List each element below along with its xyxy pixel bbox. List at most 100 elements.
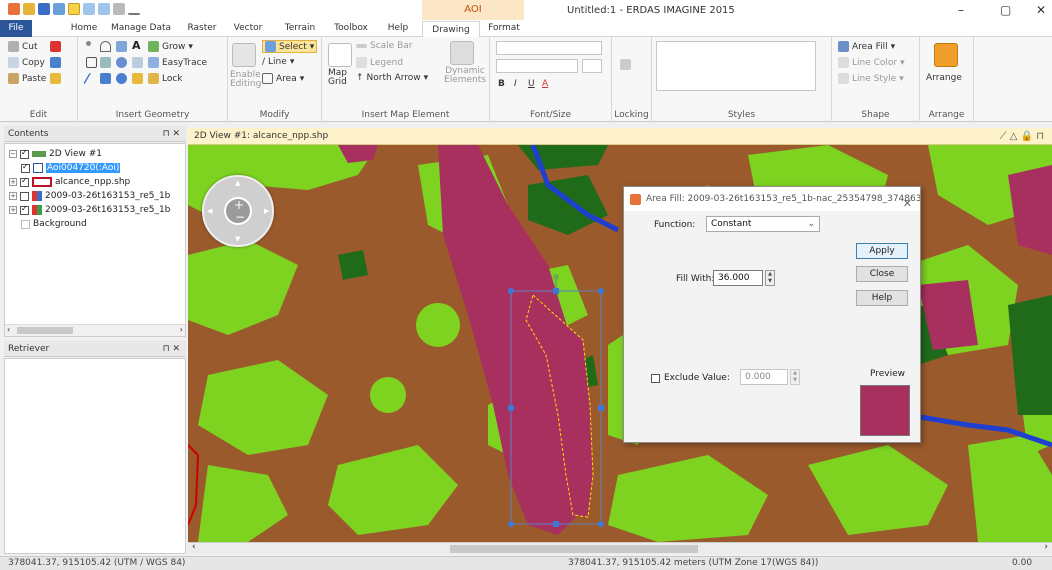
- tree-row-raster-2[interactable]: + 2009-03-26t163153_re5_1b: [9, 204, 170, 216]
- view-horizontal-scrollbar[interactable]: ‹ ›: [188, 542, 1052, 554]
- scroll-right-icon[interactable]: ›: [1044, 542, 1048, 552]
- scale-bar-button[interactable]: Scale Bar: [356, 41, 412, 51]
- expand-icon[interactable]: +: [9, 192, 17, 200]
- tree-row-aoi[interactable]: Aoi004720(:Aoi): [21, 162, 121, 174]
- lock-button[interactable]: Lock: [148, 73, 183, 84]
- circle-icon[interactable]: [116, 73, 127, 84]
- tab-raster[interactable]: Raster: [184, 20, 220, 37]
- delete-icon[interactable]: [50, 41, 61, 52]
- tree-row-shapefile[interactable]: + alcance_npp.shp: [9, 176, 130, 188]
- select-tool-icon[interactable]: [68, 3, 80, 15]
- zoom-out-icon[interactable]: −: [235, 210, 245, 224]
- area-button[interactable]: Area ▾: [262, 73, 304, 84]
- collapse-icon[interactable]: −: [9, 150, 17, 158]
- dialog-titlebar[interactable]: Area Fill: 2009-03-26t163153_re5_1b-nac_…: [624, 187, 920, 211]
- customize-qat-icon[interactable]: [128, 3, 140, 15]
- box-icon[interactable]: [100, 73, 111, 84]
- tab-toolbox[interactable]: Toolbox: [330, 20, 372, 37]
- dynamic-elements-button[interactable]: Dynamic Elements: [444, 67, 486, 85]
- select-button[interactable]: Select ▾: [262, 40, 318, 53]
- arc-icon[interactable]: [100, 41, 111, 52]
- grid-icon[interactable]: [86, 57, 97, 68]
- exclude-value-spinner[interactable]: ▲ ▼: [790, 369, 800, 385]
- view-toolbar-icons[interactable]: ⟋ △ 🔒 ⊓: [1000, 128, 1044, 145]
- pan-left-icon[interactable]: ◀: [207, 207, 212, 215]
- zoom-in-icon[interactable]: [83, 3, 95, 15]
- font-color-button[interactable]: A: [542, 79, 548, 89]
- font-size-combo[interactable]: [496, 59, 578, 73]
- contents-pin-close[interactable]: ⊓ ✕: [163, 126, 180, 142]
- tree-row-background[interactable]: Background: [21, 218, 87, 230]
- line-color-button[interactable]: Line Color ▾: [838, 57, 905, 68]
- fill-with-spinner[interactable]: ▲ ▼: [765, 270, 775, 286]
- checkbox[interactable]: [20, 148, 29, 159]
- zoom-wheel-center[interactable]: + −: [224, 197, 252, 225]
- ellipse-icon[interactable]: [116, 57, 127, 68]
- checkbox[interactable]: [21, 219, 30, 229]
- restore-button[interactable]: ▢: [1000, 3, 1011, 17]
- point-icon[interactable]: [86, 41, 91, 46]
- pan-icon[interactable]: [113, 3, 125, 15]
- close-button[interactable]: ✕: [1036, 3, 1046, 17]
- tab-drawing[interactable]: Drawing: [422, 21, 480, 38]
- minimize-button[interactable]: –: [958, 3, 964, 17]
- polygon-icon[interactable]: [116, 41, 127, 52]
- north-arrow-button[interactable]: ↑ North Arrow ▾: [356, 73, 428, 83]
- font-style-combo[interactable]: [582, 59, 602, 73]
- tab-vector[interactable]: Vector: [230, 20, 266, 37]
- scroll-left-icon[interactable]: ‹: [7, 325, 10, 334]
- expand-icon[interactable]: +: [9, 206, 17, 214]
- expand-icon[interactable]: +: [9, 178, 17, 186]
- tree-row-raster-1[interactable]: + 2009-03-26t163153_re5_1b: [9, 190, 170, 202]
- checkbox[interactable]: [20, 191, 29, 201]
- map-grid-button[interactable]: Map Grid: [328, 69, 352, 87]
- area-fill-button[interactable]: Area Fill ▾: [838, 41, 895, 52]
- italic-button[interactable]: I: [514, 79, 517, 89]
- paste-special-icon[interactable]: [50, 73, 61, 84]
- zoom-out-icon[interactable]: [98, 3, 110, 15]
- rectangle-icon[interactable]: [100, 57, 111, 68]
- close-dialog-button[interactable]: Close: [856, 266, 908, 282]
- apply-button[interactable]: Apply: [856, 243, 908, 259]
- tree-row-view[interactable]: − 2D View #1: [9, 148, 102, 160]
- tab-file[interactable]: File: [0, 20, 32, 37]
- checkbox[interactable]: [20, 176, 29, 187]
- tab-home[interactable]: Home: [68, 20, 100, 37]
- retriever-pin-close[interactable]: ⊓ ✕: [163, 341, 180, 357]
- navigation-wheel[interactable]: + − ▲ ▼ ◀ ▶: [202, 175, 274, 247]
- pan-right-icon[interactable]: ▶: [264, 207, 269, 215]
- contents-hscroll[interactable]: ‹ ›: [5, 324, 185, 336]
- copy-button[interactable]: Copy: [8, 57, 45, 68]
- undo-icon[interactable]: [53, 3, 65, 15]
- paste-button[interactable]: Paste: [8, 73, 46, 84]
- font-name-combo[interactable]: [496, 41, 602, 55]
- help-button[interactable]: Help: [856, 290, 908, 306]
- enable-editing-button[interactable]: Enable Editing: [230, 71, 261, 89]
- line-button[interactable]: ∕ Line ▾: [262, 57, 294, 67]
- grow-button[interactable]: Grow ▾: [148, 41, 193, 52]
- text-tool[interactable]: A: [132, 39, 141, 52]
- cut-button[interactable]: Cut: [8, 41, 38, 52]
- legend-button[interactable]: Legend: [356, 57, 403, 68]
- arrange-button[interactable]: Arrange: [926, 73, 962, 83]
- tab-help[interactable]: Help: [384, 20, 412, 37]
- scroll-right-icon[interactable]: ›: [180, 325, 183, 334]
- fill-with-input[interactable]: 36.000: [713, 270, 763, 286]
- save-icon[interactable]: [38, 3, 50, 15]
- bold-button[interactable]: B: [498, 79, 505, 89]
- easytrace-button[interactable]: EasyTrace: [148, 57, 207, 68]
- annotation-icon[interactable]: [132, 73, 143, 84]
- pan-up-icon[interactable]: ▲: [235, 179, 240, 187]
- tab-manage-data[interactable]: Manage Data: [110, 20, 172, 37]
- image-icon[interactable]: [132, 57, 143, 68]
- dialog-close-icon[interactable]: ✕: [903, 192, 912, 211]
- open-icon[interactable]: [23, 3, 35, 15]
- scroll-left-icon[interactable]: ‹: [192, 542, 196, 552]
- contents-scroll-thumb[interactable]: [17, 327, 73, 334]
- exclude-value-input[interactable]: 0.000: [740, 369, 788, 385]
- exclude-value-checkbox[interactable]: [651, 374, 660, 383]
- checkbox[interactable]: [21, 162, 30, 173]
- undo-edit-icon[interactable]: [50, 57, 61, 68]
- tab-format[interactable]: Format: [484, 20, 524, 37]
- view-scroll-thumb[interactable]: [450, 545, 698, 553]
